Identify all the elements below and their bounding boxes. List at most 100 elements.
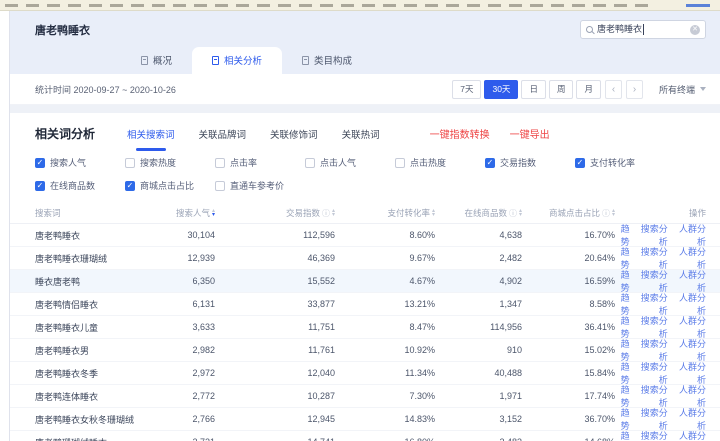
analysis-tab[interactable]: 关联品牌词 <box>199 127 247 141</box>
cell-keyword: 唐老鸭连体睡衣 <box>35 391 99 402</box>
cell-search-popularity: 2,721 <box>155 437 215 441</box>
cell-keyword: 唐老鸭睡衣珊瑚绒 <box>35 253 108 264</box>
checkbox-icon: ✓ <box>485 157 495 168</box>
search-box[interactable]: 唐老鸭睡衣 ✕ <box>580 20 706 39</box>
check-tick-icon: ✓ <box>36 180 44 190</box>
metric-checkbox[interactable]: ✓ 商城点击占比 <box>125 179 215 192</box>
checkbox-icon: ✓ <box>215 157 225 168</box>
cell-pay-conversion: 9.67% <box>409 253 435 263</box>
stat-time-range: 2020-09-27 ~ 2020-10-26 <box>73 84 176 95</box>
cell-search-popularity: 3,633 <box>192 322 215 332</box>
range-button[interactable]: 7天 <box>452 79 482 99</box>
cell-mall-click-share: 17.74% <box>584 391 615 401</box>
range-button[interactable]: 月 <box>576 79 601 99</box>
header-tab[interactable]: 类目构成 <box>282 47 372 74</box>
document-icon <box>212 55 220 65</box>
metric-checkbox[interactable]: ✓ 点击人气 <box>305 156 395 169</box>
quick-action-link[interactable]: 一键导出 <box>510 126 550 141</box>
cell-online-items: 1,971 <box>499 391 522 401</box>
terminal-select-value: 所有终端 <box>658 84 695 95</box>
clear-search-icon[interactable]: ✕ <box>690 24 700 35</box>
metric-label: 搜索热度 <box>140 158 177 168</box>
analysis-tab[interactable]: 相关搜索词 <box>127 127 175 151</box>
analysis-tab[interactable]: 关联修饰词 <box>270 127 318 141</box>
metric-row-2: ✓ 在线商品数 ✓ 商城点击占比 ✓ 直通车参考价 <box>35 179 720 192</box>
crowd-analysis-link[interactable]: 人群分析 <box>677 429 706 441</box>
metric-checkbox[interactable]: ✓ 点击热度 <box>395 156 485 169</box>
search-analysis-link[interactable]: 搜索分析 <box>639 429 668 441</box>
table-row: 唐老鸭睡衣女秋冬珊瑚绒 2,766 12,945 14.83% 3,152 36… <box>10 408 720 431</box>
next-period-button[interactable]: › <box>625 79 643 99</box>
checkbox-icon: ✓ <box>35 157 45 168</box>
cell-mall-click-share: 8.58% <box>589 299 615 309</box>
prev-period-button[interactable]: ‹ <box>604 79 622 99</box>
info-icon: ⓘ <box>508 208 517 218</box>
header-tab-label: 类目构成 <box>314 56 353 67</box>
metric-label: 支付转化率 <box>590 158 636 168</box>
cell-keyword: 唐老鸭睡衣男 <box>35 345 90 356</box>
cell-online-items: 114,956 <box>490 322 522 332</box>
table-row: 唐老鸭睡衣冬季 2,972 12,040 11.34% 40,488 15.84… <box>10 362 720 385</box>
cell-trade-index: 33,877 <box>307 299 335 309</box>
header-tabs: 概况 相关分析 类目构成 <box>35 47 706 74</box>
metric-checkbox[interactable]: ✓ 点击率 <box>215 156 305 169</box>
analysis-title: 相关词分析 <box>35 127 96 141</box>
metric-checkbox[interactable]: ✓ 搜索人气 <box>35 156 125 169</box>
header-tab-label: 概况 <box>153 56 173 67</box>
cell-pay-conversion: 7.30% <box>409 391 435 401</box>
header-tab[interactable]: 相关分析 <box>192 47 283 74</box>
cell-pay-conversion: 13.21% <box>404 299 435 309</box>
document-icon <box>141 55 148 65</box>
metric-checkbox[interactable]: ✓ 在线商品数 <box>35 179 125 192</box>
section-divider <box>10 105 720 113</box>
column-header-pay-conversion[interactable]: 支付转化率 ▴ ▾ <box>335 207 435 219</box>
metric-checkbox[interactable]: ✓ 支付转化率 <box>575 156 665 169</box>
column-header-search-popularity[interactable]: 搜索人气 ▴ ▾ <box>155 207 215 219</box>
cell-keyword: 唐老鸭睡衣女秋冬珊瑚绒 <box>35 414 135 425</box>
terminal-select[interactable]: 所有终端 <box>659 83 706 96</box>
metric-checkbox[interactable]: ✓ 搜索热度 <box>125 156 215 169</box>
cell-online-items: 4,638 <box>499 230 522 240</box>
page-header: 唐老鸭睡衣 唐老鸭睡衣 ✕ 概况 相关分析 类目构成 <box>10 11 720 74</box>
cell-online-items: 4,902 <box>499 276 522 286</box>
cell-mall-click-share: 16.59% <box>584 276 615 286</box>
stats-toolbar: 统计时间 2020-09-27 ~ 2020-10-26 7天 30天日周月 ‹ … <box>10 74 720 105</box>
cell-trade-index: 14,741 <box>215 437 335 441</box>
cell-trade-index: 10,287 <box>307 391 335 401</box>
column-header-trade-index[interactable]: 交易指数 ⓘ ▴ ▾ <box>215 207 335 219</box>
cell-online-items: 910 <box>506 345 522 355</box>
cell-online-items: 1,347 <box>499 299 522 309</box>
metric-label: 交易指数 <box>500 158 537 168</box>
metric-checkbox[interactable]: ✓ 直通车参考价 <box>215 179 305 192</box>
cell-mall-click-share: 14.68% <box>522 437 615 441</box>
check-tick-icon: ✓ <box>126 180 134 190</box>
range-button[interactable]: 周 <box>548 79 574 99</box>
header-tab[interactable]: 概况 <box>121 47 192 74</box>
quick-action-link[interactable]: 一键指数转换 <box>430 126 490 141</box>
page-title: 唐老鸭睡衣 <box>35 24 90 37</box>
table-row: 唐老鸭连体睡衣 2,772 10,287 7.30% 1,971 17.74% … <box>10 385 720 408</box>
cell-pay-conversion: 8.47% <box>409 322 435 332</box>
metric-checkbox[interactable]: ✓ 交易指数 <box>485 156 575 169</box>
table-row: 睡衣唐老鸭 6,350 15,552 4.67% 4,902 16.59% 趋势… <box>10 270 720 293</box>
range-button[interactable]: 日 <box>521 79 546 99</box>
cell-pay-conversion: 16.80% <box>335 437 435 441</box>
search-input[interactable]: 唐老鸭睡衣 <box>597 24 645 35</box>
trend-link[interactable]: 趋势 <box>615 429 630 441</box>
table-row: 唐老鸭睡衣男 2,982 11,761 10.92% 910 15.02% 趋势… <box>10 339 720 362</box>
cell-online-items: 2,482 <box>499 253 522 263</box>
metric-label: 在线商品数 <box>50 181 96 191</box>
table-row: 唐老鸭睡衣 30,104 112,596 8.60% 4,638 16.70% … <box>10 224 720 247</box>
analysis-tab[interactable]: 关联热词 <box>342 127 380 141</box>
cell-search-popularity: 12,939 <box>187 253 215 263</box>
page: 唐老鸭睡衣 唐老鸭睡衣 ✕ 概况 相关分析 类目构成 统计时间 2020-09-… <box>9 11 720 441</box>
analysis-header: 相关词分析 相关搜索词 关联品牌词 关联修饰词 关联热词 一键指数转换 一键导出 <box>10 113 720 153</box>
column-header-mall-click-share[interactable]: 商城点击占比 ⓘ ▴ ▾ <box>522 207 615 219</box>
cell-search-popularity: 2,772 <box>192 391 215 401</box>
column-header-keyword[interactable]: 搜索词 <box>35 207 155 219</box>
range-button[interactable]: 30天 <box>484 79 519 99</box>
bookmark-link-placeholder <box>686 4 710 7</box>
checkbox-icon: ✓ <box>575 157 585 168</box>
cell-pay-conversion: 10.92% <box>404 345 435 355</box>
column-header-online-items[interactable]: 在线商品数 ⓘ ▴ ▾ <box>435 207 522 219</box>
